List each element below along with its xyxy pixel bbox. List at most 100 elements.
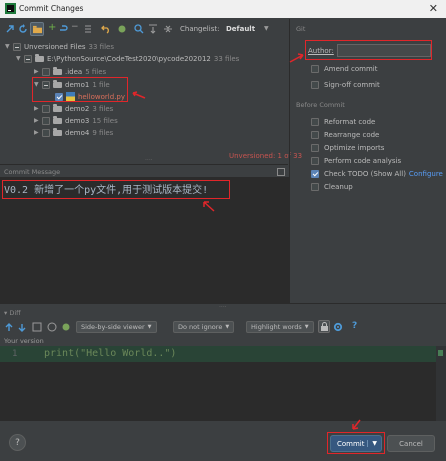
commit-message-label: Commit Message xyxy=(4,168,61,176)
demo4-checkbox[interactable] xyxy=(42,128,50,137)
configure-link[interactable]: Configure xyxy=(409,170,443,178)
optimize-imports-row[interactable]: Optimize imports xyxy=(311,142,384,153)
tree-item-count: 5 files xyxy=(85,67,107,76)
expand-all-icon[interactable] xyxy=(83,24,93,34)
message-history-icon[interactable] xyxy=(277,168,285,176)
commit-arrow-icon[interactable] xyxy=(5,24,15,34)
diff-marker xyxy=(438,350,443,356)
scrollbar[interactable] xyxy=(436,346,446,421)
splitter-handle[interactable]: ···· xyxy=(145,157,153,164)
idea-checkbox[interactable] xyxy=(42,67,50,76)
triangle-right-icon[interactable]: ▶ xyxy=(34,105,42,112)
ignore-label: Do not ignore xyxy=(178,323,223,331)
chevron-down-icon: ▼ xyxy=(147,324,152,330)
triangle-right-icon[interactable]: ▶ xyxy=(34,68,42,75)
code-analysis-row[interactable]: Perform code analysis xyxy=(311,155,401,166)
tree-item-label: demo3 xyxy=(65,116,90,125)
rearrange-code-checkbox[interactable] xyxy=(311,130,319,139)
before-commit-header: Before Commit xyxy=(296,101,345,109)
code-line[interactable]: print("Hello World..") xyxy=(44,348,176,359)
lock-icon xyxy=(321,322,328,331)
reformat-code-row[interactable]: Reformat code xyxy=(311,116,375,127)
help-button[interactable]: ? xyxy=(9,434,26,451)
diff-settings-icon[interactable] xyxy=(117,24,127,34)
help-icon[interactable]: ? xyxy=(352,321,357,331)
demo2-checkbox[interactable] xyxy=(42,104,50,113)
move-icon[interactable]: − xyxy=(71,22,79,32)
tree-root-row[interactable]: ▼ Unversioned Files 33 files xyxy=(5,41,114,52)
tree-path-row[interactable]: ▼ E:\PythonSource\CodeTest2020\pycode202… xyxy=(16,53,239,64)
check-todo-checkbox[interactable] xyxy=(311,169,319,178)
changelist-dropdown[interactable]: Default xyxy=(226,25,255,33)
close-icon[interactable]: ✕ xyxy=(429,2,438,15)
rollback-icon[interactable] xyxy=(59,24,69,34)
reformat-code-checkbox[interactable] xyxy=(311,117,319,126)
window-title: Commit Changes xyxy=(19,4,84,13)
group-by-directory-button[interactable] xyxy=(30,22,44,36)
collapse-icon[interactable] xyxy=(163,24,173,34)
highlight-label: Highlight words xyxy=(251,323,302,331)
compare-icon[interactable] xyxy=(47,322,57,332)
chevron-down-icon[interactable]: ▼ xyxy=(367,440,377,447)
annotation-arrow-icon xyxy=(203,201,215,212)
viewer-label: Side-by-side viewer xyxy=(81,323,145,331)
gear-icon[interactable] xyxy=(333,322,343,332)
undo-icon[interactable] xyxy=(101,24,111,34)
tree-item-count: 15 files xyxy=(92,116,118,125)
optimize-imports-checkbox[interactable] xyxy=(311,143,319,152)
highlight-dropdown[interactable]: Highlight words ▼ xyxy=(246,321,314,333)
author-highlight xyxy=(305,40,432,60)
cleanup-row[interactable]: Cleanup xyxy=(311,181,353,192)
cleanup-checkbox[interactable] xyxy=(311,182,319,191)
arrow-down-icon[interactable] xyxy=(18,323,26,332)
viewer-dropdown[interactable]: Side-by-side viewer ▼ xyxy=(76,321,157,333)
check-todo-row[interactable]: Check TODO (Show All) Configure xyxy=(311,168,443,179)
amend-commit-row[interactable]: Amend commit xyxy=(311,63,377,74)
demo1-highlight xyxy=(32,77,128,102)
triangle-right-icon[interactable]: ▶ xyxy=(34,129,42,136)
chevron-down-icon[interactable]: ▼ xyxy=(264,25,269,32)
cancel-button[interactable]: Cancel xyxy=(387,435,435,452)
rearrange-code-label: Rearrange code xyxy=(324,130,380,139)
arrow-up-icon[interactable] xyxy=(5,323,13,332)
signoff-commit-row[interactable]: Sign-off commit xyxy=(311,79,380,90)
triangle-right-icon[interactable]: ▶ xyxy=(34,117,42,124)
pycharm-app-icon xyxy=(5,3,16,14)
check-todo-label: Check TODO (Show All) xyxy=(324,169,406,178)
demo3-checkbox[interactable] xyxy=(42,116,50,125)
annotation-arrow-icon xyxy=(132,91,146,99)
changelist-label: Changelist: xyxy=(180,25,220,33)
tree-item-idea[interactable]: ▶ .idea 5 files xyxy=(34,66,106,77)
folder-icon xyxy=(53,127,62,136)
lock-button[interactable] xyxy=(318,320,330,333)
folder-icon xyxy=(53,66,62,75)
root-checkbox[interactable] xyxy=(13,42,21,51)
folder-icon xyxy=(35,53,44,62)
expand-icon[interactable] xyxy=(148,24,158,34)
tree-root-label: Unversioned Files xyxy=(24,42,86,51)
rearrange-code-row[interactable]: Rearrange code xyxy=(311,129,379,140)
refresh-icon[interactable] xyxy=(18,24,28,34)
unversioned-status: Unversioned: 1 of 33 xyxy=(229,152,303,160)
line-number: 1 xyxy=(12,349,18,359)
signoff-commit-checkbox[interactable] xyxy=(311,80,319,89)
triangle-down-icon[interactable]: ▼ xyxy=(16,55,24,62)
tree-item-demo3[interactable]: ▶ demo3 15 files xyxy=(34,115,118,126)
add-icon[interactable]: + xyxy=(48,22,56,33)
preview-icon[interactable] xyxy=(134,24,144,34)
path-checkbox[interactable] xyxy=(24,54,32,63)
ignore-dropdown[interactable]: Do not ignore ▼ xyxy=(173,321,235,333)
triangle-down-icon[interactable]: ▼ xyxy=(5,43,13,50)
tree-item-demo4[interactable]: ▶ demo4 9 files xyxy=(34,127,113,138)
tree-item-demo2[interactable]: ▶ demo2 3 files xyxy=(34,103,113,114)
diff-header[interactable]: ▾ Diff xyxy=(4,309,21,317)
edit-icon[interactable] xyxy=(61,322,71,332)
commit-button[interactable]: Commit ▼ xyxy=(330,435,382,452)
commit-message-highlight xyxy=(2,180,230,199)
divider xyxy=(0,164,288,165)
amend-commit-checkbox[interactable] xyxy=(311,64,319,73)
code-analysis-checkbox[interactable] xyxy=(311,156,319,165)
tree-path-count: 33 files xyxy=(213,54,240,63)
splitter-handle[interactable]: ···· xyxy=(219,304,227,311)
jump-to-source-icon[interactable] xyxy=(32,322,42,332)
